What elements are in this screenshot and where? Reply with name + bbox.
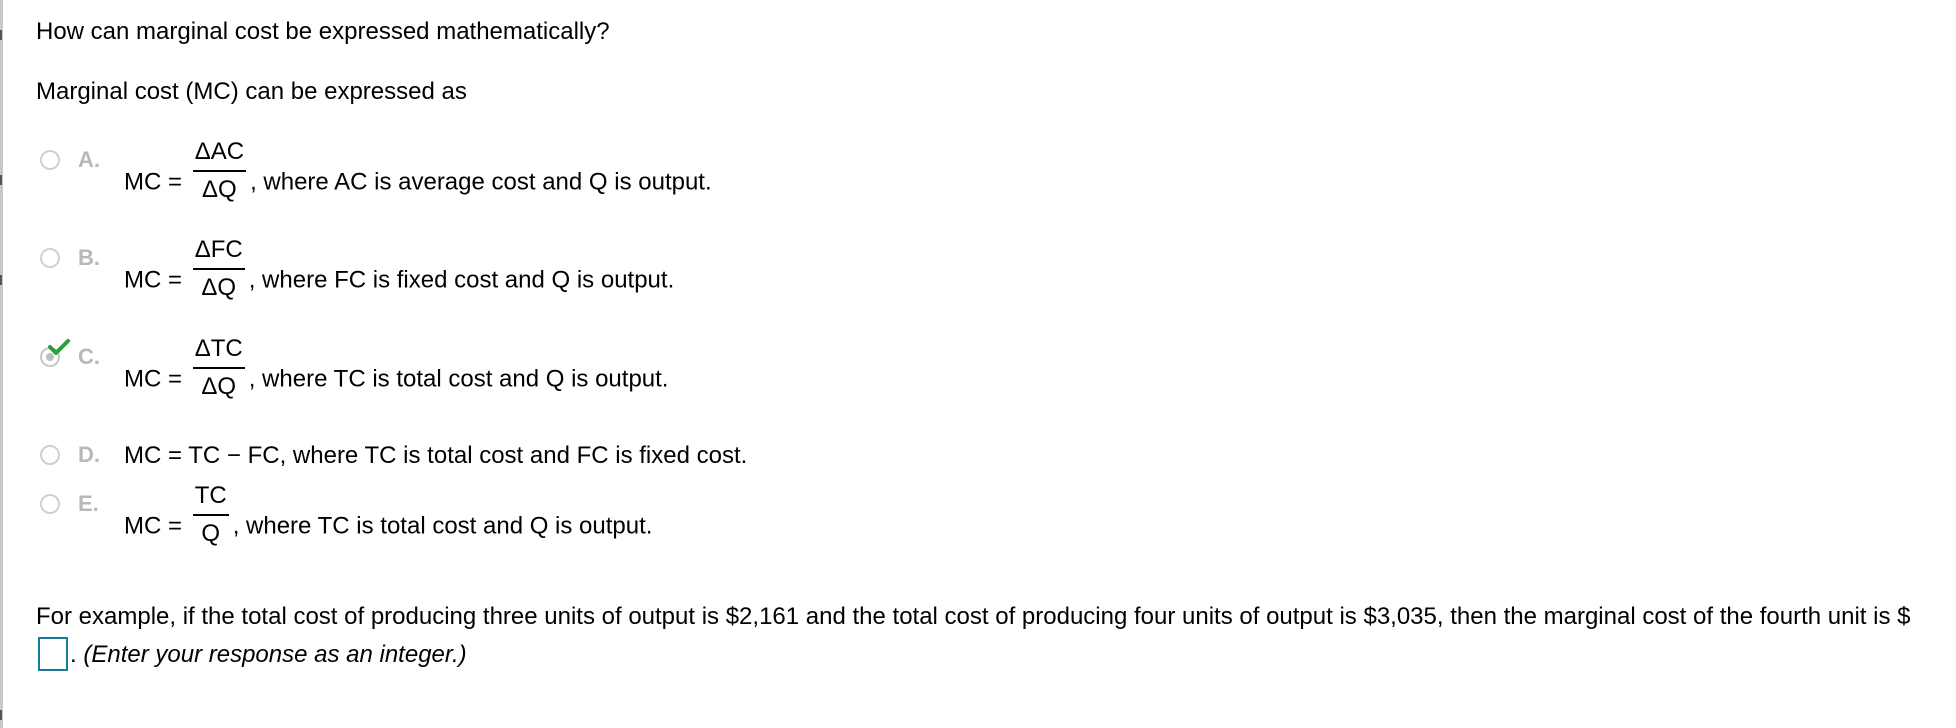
numerator: ΔFC — [194, 236, 243, 263]
left-notch — [0, 710, 8, 720]
left-notch — [0, 275, 8, 285]
fraction: ΔTC ΔQ — [192, 335, 245, 401]
formula: MC = TC − FC, where TC is total cost and… — [124, 442, 747, 470]
formula-lhs: MC = — [124, 266, 183, 294]
option-description: , where TC is total cost and Q is output… — [248, 365, 669, 393]
answer-input[interactable] — [38, 636, 68, 671]
denominator: ΔQ — [201, 373, 237, 400]
formula-lhs: MC = — [124, 512, 183, 540]
question-text: How can marginal cost be expressed mathe… — [36, 18, 610, 45]
radio-button-d[interactable] — [40, 445, 60, 465]
example-paragraph: For example, if the total cost of produc… — [36, 598, 1916, 674]
fraction-bar — [192, 268, 245, 270]
fraction: ΔAC ΔQ — [192, 138, 247, 204]
option-letter: C. — [78, 344, 100, 369]
denominator: ΔQ — [201, 274, 237, 301]
option-description: , where AC is average cost and Q is outp… — [250, 168, 712, 196]
left-notch — [0, 175, 8, 185]
option-letter: E. — [78, 491, 99, 516]
formula-lhs: MC = — [124, 365, 183, 393]
fraction-bar — [192, 367, 245, 369]
left-notch — [0, 30, 8, 40]
formula: MC = ΔTC ΔQ , where TC is total cost and… — [124, 335, 669, 413]
option-description: , where TC is total cost and Q is output… — [232, 512, 653, 540]
radio-button-e[interactable] — [40, 494, 60, 514]
denominator: Q — [201, 520, 221, 547]
numerator: ΔAC — [194, 138, 245, 165]
option-letter: A. — [78, 147, 100, 172]
formula: MC = TC Q , where TC is total cost and Q… — [124, 482, 653, 560]
formula: MC = ΔFC ΔQ , where FC is fixed cost and… — [124, 236, 675, 314]
hint-text: (Enter your response as an integer.) — [83, 641, 467, 668]
correct-check-icon — [48, 339, 70, 355]
option-letter: B. — [78, 245, 100, 270]
fraction-bar — [192, 170, 247, 172]
fraction: TC Q — [192, 482, 229, 548]
formula-lhs: MC = — [124, 168, 183, 196]
option-description: MC = TC − FC, where TC is total cost and… — [124, 442, 748, 469]
numerator: TC — [194, 482, 227, 509]
fraction-bar — [192, 514, 229, 516]
option-letter: D. — [78, 442, 100, 467]
numerator: ΔTC — [194, 335, 243, 362]
option-description: , where FC is fixed cost and Q is output… — [248, 266, 675, 294]
radio-button-b[interactable] — [40, 248, 60, 268]
intro-text: Marginal cost (MC) can be expressed as — [36, 78, 467, 105]
formula: MC = ΔAC ΔQ , where AC is average cost a… — [124, 138, 712, 216]
left-border — [0, 0, 3, 728]
example-period: . — [70, 641, 77, 668]
radio-button-a[interactable] — [40, 150, 60, 170]
fraction: ΔFC ΔQ — [192, 236, 245, 302]
example-text: For example, if the total cost of produc… — [36, 603, 1911, 630]
denominator: ΔQ — [202, 176, 237, 203]
